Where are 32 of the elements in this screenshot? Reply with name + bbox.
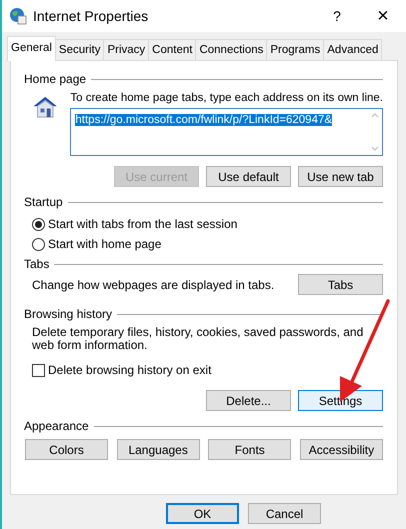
history-description: Delete temporary files, history, cookies, saved passwords, and web form information. <box>31 326 364 352</box>
history-button[interactable]: Delete... <box>206 390 291 411</box>
appearance-button[interactable]: Accessibility <box>300 439 383 460</box>
checkbox[interactable] <box>32 364 45 376</box>
window-title: Internet Properties <box>33 8 150 24</box>
radio-label: Start with home page <box>48 237 162 251</box>
radio-label: Start with tabs from the last session <box>48 217 238 231</box>
appearance-button[interactable]: Colors <box>25 439 108 460</box>
globe-icon <box>9 7 27 25</box>
home-page-button[interactable]: Use default <box>206 166 291 187</box>
dialog-button[interactable]: OK <box>166 503 239 524</box>
tab[interactable]: Advanced <box>323 39 382 60</box>
section-title: Startup <box>24 195 63 209</box>
section-title: Home page <box>24 72 86 86</box>
appearance-button[interactable]: Fonts <box>208 439 292 460</box>
section-title: Appearance <box>24 419 89 433</box>
home-page-field[interactable]: https://go.microsoft.com/fwlink/p/?LinkId=620947& <box>70 108 383 156</box>
radio-button[interactable] <box>32 218 45 230</box>
dialog-button[interactable]: Cancel <box>248 503 321 524</box>
section-title: Tabs <box>24 257 50 271</box>
tabs-description: Change how webpages are displayed in tabs. <box>32 278 274 292</box>
appearance-button[interactable]: Languages <box>116 439 200 460</box>
help-button[interactable]: ? <box>314 0 360 32</box>
home-page-button[interactable]: Use new tab <box>298 166 383 187</box>
history-button[interactable]: Settings <box>298 390 383 411</box>
instruction-text: To create home page tabs, type each address on its own line. <box>70 92 383 104</box>
close-button[interactable]: × <box>360 0 406 32</box>
checkbox-label: Delete browsing history on exit <box>48 363 212 377</box>
tabs-button[interactable]: Tabs <box>298 274 383 295</box>
section-title: Browsing history <box>24 307 112 321</box>
radio-button[interactable] <box>32 238 45 250</box>
tab[interactable]: General <box>7 36 56 61</box>
